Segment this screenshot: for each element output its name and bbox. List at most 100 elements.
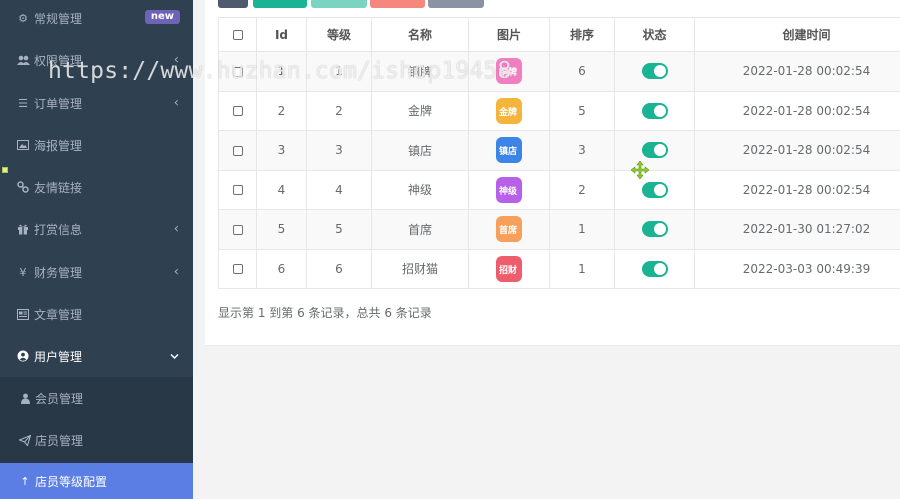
- sidebar-subitem-clerk-levels[interactable]: ↑ 店员等级配置: [0, 463, 193, 499]
- sidebar-item-users[interactable]: 用户管理: [0, 335, 193, 377]
- column-header-sort[interactable]: 排序: [549, 17, 615, 52]
- column-header-name[interactable]: 名称: [371, 17, 469, 52]
- sidebar-item-label: 财务管理: [34, 265, 83, 280]
- sidebar-submenu-users: 会员管理 店员管理 ↑ 店员等级配置: [0, 377, 193, 499]
- sidebar-item-permissions[interactable]: 权限管理 ‹: [0, 39, 193, 81]
- toolbar-button-delete[interactable]: [370, 0, 425, 8]
- sidebar-item-general[interactable]: ⚙ 常规管理 new: [0, 0, 193, 39]
- row-checkbox-cell[interactable]: [218, 248, 257, 289]
- column-header-created[interactable]: 创建时间: [694, 17, 900, 52]
- toolbar-button-refresh[interactable]: [218, 0, 248, 8]
- column-header-id[interactable]: Id: [256, 17, 307, 52]
- column-header-image[interactable]: 图片: [468, 17, 550, 52]
- level-badge-image[interactable]: 招财: [496, 255, 522, 282]
- table-row[interactable]: 2 2 金牌 金牌 5 2022-01-28 00:02:54: [218, 90, 900, 131]
- sidebar-item-articles[interactable]: 文章管理: [0, 293, 193, 335]
- toolbar-button-more[interactable]: [428, 0, 484, 8]
- sidebar-subitem-label: 会员管理: [35, 391, 84, 406]
- status-toggle[interactable]: [641, 63, 668, 80]
- sidebar-item-label: 文章管理: [34, 307, 83, 322]
- table-row[interactable]: 6 6 招财猫 招财 1 2022-03-03 00:49:39: [218, 248, 900, 289]
- cell-created: 2022-01-28 00:02:54: [694, 130, 900, 171]
- status-toggle[interactable]: [641, 221, 668, 238]
- cell-level: 5: [306, 209, 372, 250]
- cell-id: 3: [256, 130, 307, 171]
- row-checkbox[interactable]: [232, 185, 243, 196]
- level-badge-image[interactable]: 铜牌: [496, 58, 522, 85]
- cell-created: 2022-03-03 00:49:39: [694, 248, 900, 289]
- gift-icon: [16, 222, 30, 236]
- cell-id: 6: [256, 248, 307, 289]
- cogs-icon: ⚙: [18, 11, 28, 25]
- level-badge-image[interactable]: 金牌: [496, 97, 522, 124]
- new-badge: new: [144, 10, 180, 24]
- cell-image: 镇店: [468, 130, 550, 171]
- sidebar-item-orders[interactable]: ☰ 订单管理 ‹: [0, 82, 193, 124]
- cell-status: [614, 51, 695, 92]
- level-badge-image-text: 神级: [499, 186, 518, 197]
- column-header-status[interactable]: 状态: [614, 17, 695, 52]
- cell-id: 5: [256, 209, 307, 250]
- row-checkbox-cell[interactable]: [218, 209, 257, 250]
- row-checkbox-cell[interactable]: [218, 169, 257, 210]
- cell-status: [614, 90, 695, 131]
- level-badge-image[interactable]: 神级: [496, 176, 522, 203]
- row-checkbox[interactable]: [232, 145, 243, 156]
- level-badge-image-text: 首席: [499, 226, 518, 237]
- cell-sort: 5: [549, 90, 615, 131]
- sidebar-item-links[interactable]: 友情链接: [0, 166, 193, 208]
- row-checkbox-cell[interactable]: [218, 90, 257, 131]
- column-header-level[interactable]: 等级: [306, 17, 372, 52]
- sidebar-item-rewards[interactable]: 打赏信息 ‹: [0, 208, 193, 250]
- sidebar-item-label: 权限管理: [34, 53, 83, 68]
- status-toggle[interactable]: [641, 181, 668, 198]
- level-badge-image[interactable]: 首席: [496, 216, 522, 243]
- user-icon: [19, 393, 31, 404]
- chevron-left-icon: ‹: [173, 221, 179, 237]
- chevron-left-icon: ‹: [173, 52, 179, 68]
- cell-image: 招财: [468, 248, 550, 289]
- sidebar-item-label: 友情链接: [34, 180, 83, 195]
- sidebar-item-finance[interactable]: ¥ 财务管理 ‹: [0, 251, 193, 293]
- row-checkbox[interactable]: [232, 224, 243, 235]
- sidebar-item-label: 用户管理: [34, 349, 83, 364]
- yen-icon: ¥: [19, 265, 27, 279]
- arrow-up-icon: ↑: [20, 474, 30, 488]
- cell-status: [614, 248, 695, 289]
- sidebar-item-label: 海报管理: [34, 138, 83, 153]
- cell-name: 神级: [371, 169, 469, 210]
- toolbar-button-add[interactable]: [253, 0, 307, 8]
- sidebar-item-label: 打赏信息: [34, 222, 83, 237]
- sidebar-subitem-label: 店员管理: [35, 433, 84, 448]
- table-row[interactable]: 4 4 神级 神级 2 2022-01-28 00:02:54: [218, 169, 900, 210]
- cell-image: 神级: [468, 169, 550, 210]
- cell-name: 金牌: [371, 90, 469, 131]
- table-row[interactable]: 1 1 铜牌 铜牌 6 2022-01-28 00:02:54: [218, 51, 900, 92]
- row-checkbox-cell[interactable]: [218, 130, 257, 171]
- chevron-left-icon: ‹: [173, 264, 179, 280]
- level-badge-image-text: 铜牌: [499, 68, 518, 79]
- row-checkbox[interactable]: [232, 264, 243, 275]
- level-badge-image[interactable]: 镇店: [496, 137, 522, 164]
- level-badge-image-text: 镇店: [499, 147, 518, 158]
- table-row[interactable]: 5 5 首席 首席 1 2022-01-30 01:27:02: [218, 209, 900, 250]
- row-checkbox-cell[interactable]: [218, 51, 257, 92]
- row-checkbox[interactable]: [232, 66, 243, 77]
- status-toggle[interactable]: [641, 260, 668, 277]
- cell-sort: 1: [549, 209, 615, 250]
- sidebar-subitem-members[interactable]: 会员管理: [0, 377, 193, 419]
- toolbar-button-edit[interactable]: [311, 0, 367, 8]
- sidebar-item-posters[interactable]: 海报管理: [0, 124, 193, 166]
- row-checkbox[interactable]: [232, 106, 243, 117]
- select-all-checkbox-cell[interactable]: [218, 17, 257, 52]
- status-toggle[interactable]: [641, 102, 668, 119]
- table-row[interactable]: 3 3 镇店 镇店 3 2022-01-28 00:02:54: [218, 130, 900, 171]
- sidebar-subitem-clerks[interactable]: 店员管理: [0, 419, 193, 461]
- cell-level: 1: [306, 51, 372, 92]
- image-icon: [16, 138, 30, 152]
- table-panel: Id 等级 名称 图片 排序 状态 创建时间 1 1 铜牌 铜牌 6 2022-01-28…: [205, 0, 900, 346]
- select-all-checkbox[interactable]: [232, 30, 243, 40]
- clerk-level-table: Id 等级 名称 图片 排序 状态 创建时间 1 1 铜牌 铜牌 6 2022-01-28…: [218, 17, 900, 289]
- sidebar-subitem-label: 店员等级配置: [35, 474, 108, 489]
- status-toggle[interactable]: [641, 142, 668, 159]
